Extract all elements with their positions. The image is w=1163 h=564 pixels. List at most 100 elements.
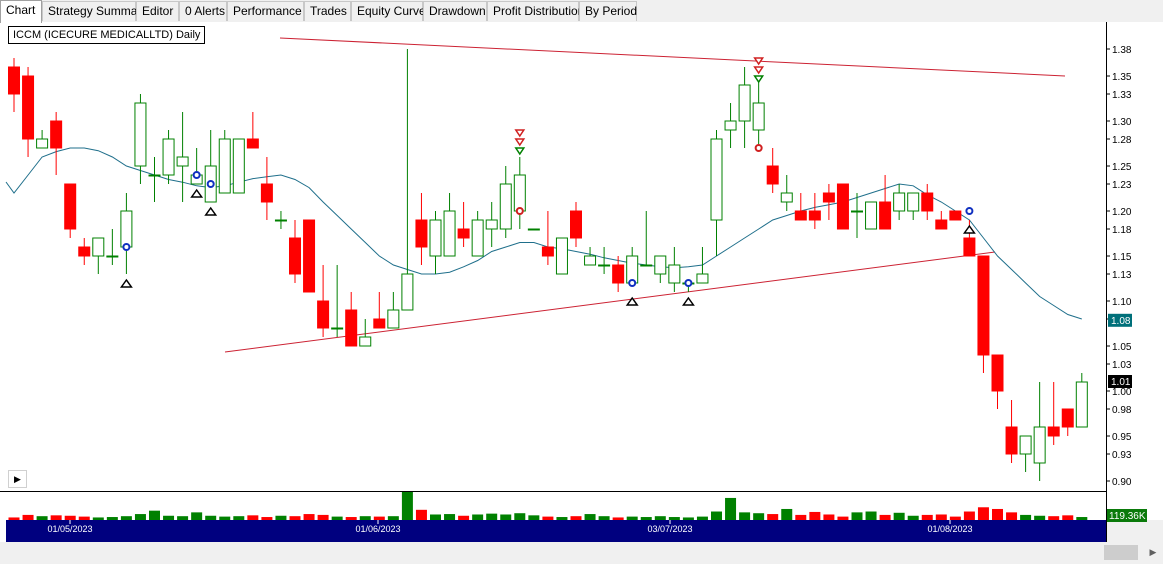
ma-value-badge: 1.08	[1111, 316, 1131, 327]
price-tick-label: 1.35	[1112, 72, 1132, 83]
volume-bar	[542, 516, 554, 520]
price-tick-label: 1.25	[1112, 162, 1132, 173]
candle-body-up	[1019, 435, 1032, 455]
candle-body-up	[640, 264, 653, 267]
down-arrow-icon	[514, 129, 526, 138]
volume-bar	[331, 516, 343, 520]
volume-bar	[486, 513, 498, 520]
candle-body-up	[724, 120, 737, 131]
price-tick-label: 0.93	[1112, 450, 1132, 461]
candle-body-up	[331, 327, 344, 330]
candle-body-down	[879, 201, 892, 230]
candle-body-up	[1033, 426, 1046, 464]
scrollbar-thumb[interactable]	[1104, 545, 1138, 560]
price-tick-label: 1.10	[1112, 297, 1132, 308]
volume-bar	[50, 515, 62, 520]
candle-body-up	[1075, 381, 1088, 428]
volume-bar	[359, 516, 371, 520]
tab-0-alerts[interactable]: 0 Alerts	[179, 1, 227, 21]
down-arrow-icon	[753, 75, 765, 84]
price-tick-label: 1.05	[1112, 342, 1132, 353]
tab-performance[interactable]: Performance	[227, 1, 304, 21]
volume-bar	[823, 514, 835, 520]
candle-body-up	[527, 228, 540, 231]
price-tick-label: 0.90	[1112, 477, 1132, 488]
triangle-right-icon: ▶	[14, 474, 21, 484]
price-tick-label: 1.15	[1112, 252, 1132, 263]
volume-bar	[275, 515, 287, 520]
volume-bar	[444, 514, 456, 520]
volume-bar	[120, 516, 132, 520]
volume-bar	[696, 516, 708, 520]
tab-editor[interactable]: Editor	[136, 1, 179, 21]
tab-equity-curve[interactable]: Equity Curve	[351, 1, 426, 21]
candle-body-up	[485, 219, 498, 230]
volume-bar	[401, 492, 413, 520]
volume-bar	[106, 517, 118, 520]
tab-strategy-summary[interactable]: Strategy Summary	[42, 1, 147, 21]
candle-body-up	[654, 255, 667, 275]
tab-bar: Chart Strategy Summary Editor 0 Alerts Perfo…	[0, 0, 1163, 23]
candle-body-down	[822, 192, 835, 203]
down-arrow-icon	[753, 66, 765, 75]
volume-bar	[612, 517, 624, 520]
volume-bar	[219, 516, 231, 520]
sell-signal-dot	[754, 144, 763, 152]
price-tick-label: 1.00	[1112, 387, 1132, 398]
volume-bar	[345, 517, 357, 520]
volume-bar	[149, 510, 160, 520]
volume-bar	[22, 514, 34, 520]
price-tick-label: 1.30	[1112, 117, 1132, 128]
tab-chart[interactable]: Chart	[0, 0, 42, 23]
volume-bar	[682, 517, 694, 520]
volume-bar	[626, 516, 638, 520]
trendline	[224, 251, 996, 353]
candle-body-down	[345, 309, 358, 347]
tab-drawdown[interactable]: Drawdown	[423, 1, 487, 21]
candle-body-down	[50, 120, 63, 149]
tab-profit-distribution[interactable]: Profit Distribution	[487, 1, 584, 21]
volume-bar	[317, 514, 329, 520]
scroll-right-arrow-icon[interactable]: ▶	[1146, 544, 1160, 561]
price-tick-label: 1.33	[1112, 90, 1132, 101]
volume-bar	[163, 515, 175, 520]
volume-bar	[1076, 517, 1088, 520]
tab-trades[interactable]: Trades	[304, 1, 351, 21]
volume-bar	[879, 514, 891, 520]
volume-bar	[134, 514, 146, 520]
volume-bar	[36, 516, 48, 520]
volume-bar	[528, 515, 540, 520]
date-tick-label: 03/07/2023	[647, 524, 692, 534]
volume-bar	[781, 508, 793, 520]
tab-by-period[interactable]: By Period	[579, 1, 637, 21]
candle-body-down	[794, 210, 807, 221]
volume-bar	[458, 515, 470, 520]
volume-bar	[191, 512, 203, 520]
volume-bar	[963, 511, 975, 520]
candle-body-down	[541, 246, 554, 257]
buy-signal-dot	[628, 279, 637, 287]
volume-bar	[640, 517, 652, 520]
candle-body-down	[921, 192, 934, 212]
price-tick-label: 1.20	[1112, 207, 1132, 218]
volume-bar	[1034, 515, 1046, 520]
volume-bar	[1020, 514, 1032, 520]
volume-bar	[949, 516, 961, 520]
horizontal-scrollbar[interactable]: ▶	[0, 542, 1163, 564]
candle-body-up	[893, 192, 906, 212]
price-tick-label: 1.03	[1112, 360, 1132, 371]
candle-body-up	[851, 210, 863, 213]
volume-bar	[387, 516, 399, 520]
candle-body-up	[513, 174, 526, 212]
expand-button[interactable]: ▶	[8, 470, 27, 488]
candle-body-up	[176, 156, 189, 167]
candle-body-down	[260, 183, 273, 203]
candle-body-up	[106, 255, 119, 258]
volume-bar	[795, 514, 807, 520]
chart-panel: ICCM (ICECURE MEDICALLTD) Daily ▶ 0.90 0.…	[0, 22, 1163, 542]
candle-body-up	[598, 264, 611, 267]
candle-body-up	[555, 237, 568, 275]
candle-body-down	[303, 219, 316, 293]
volume-bar	[893, 512, 905, 520]
price-chart-svg[interactable]: 0.90 0.93 0.95 0.98 1.00 1.03 1.05 1.08 1.10 1.13…	[0, 22, 1163, 542]
